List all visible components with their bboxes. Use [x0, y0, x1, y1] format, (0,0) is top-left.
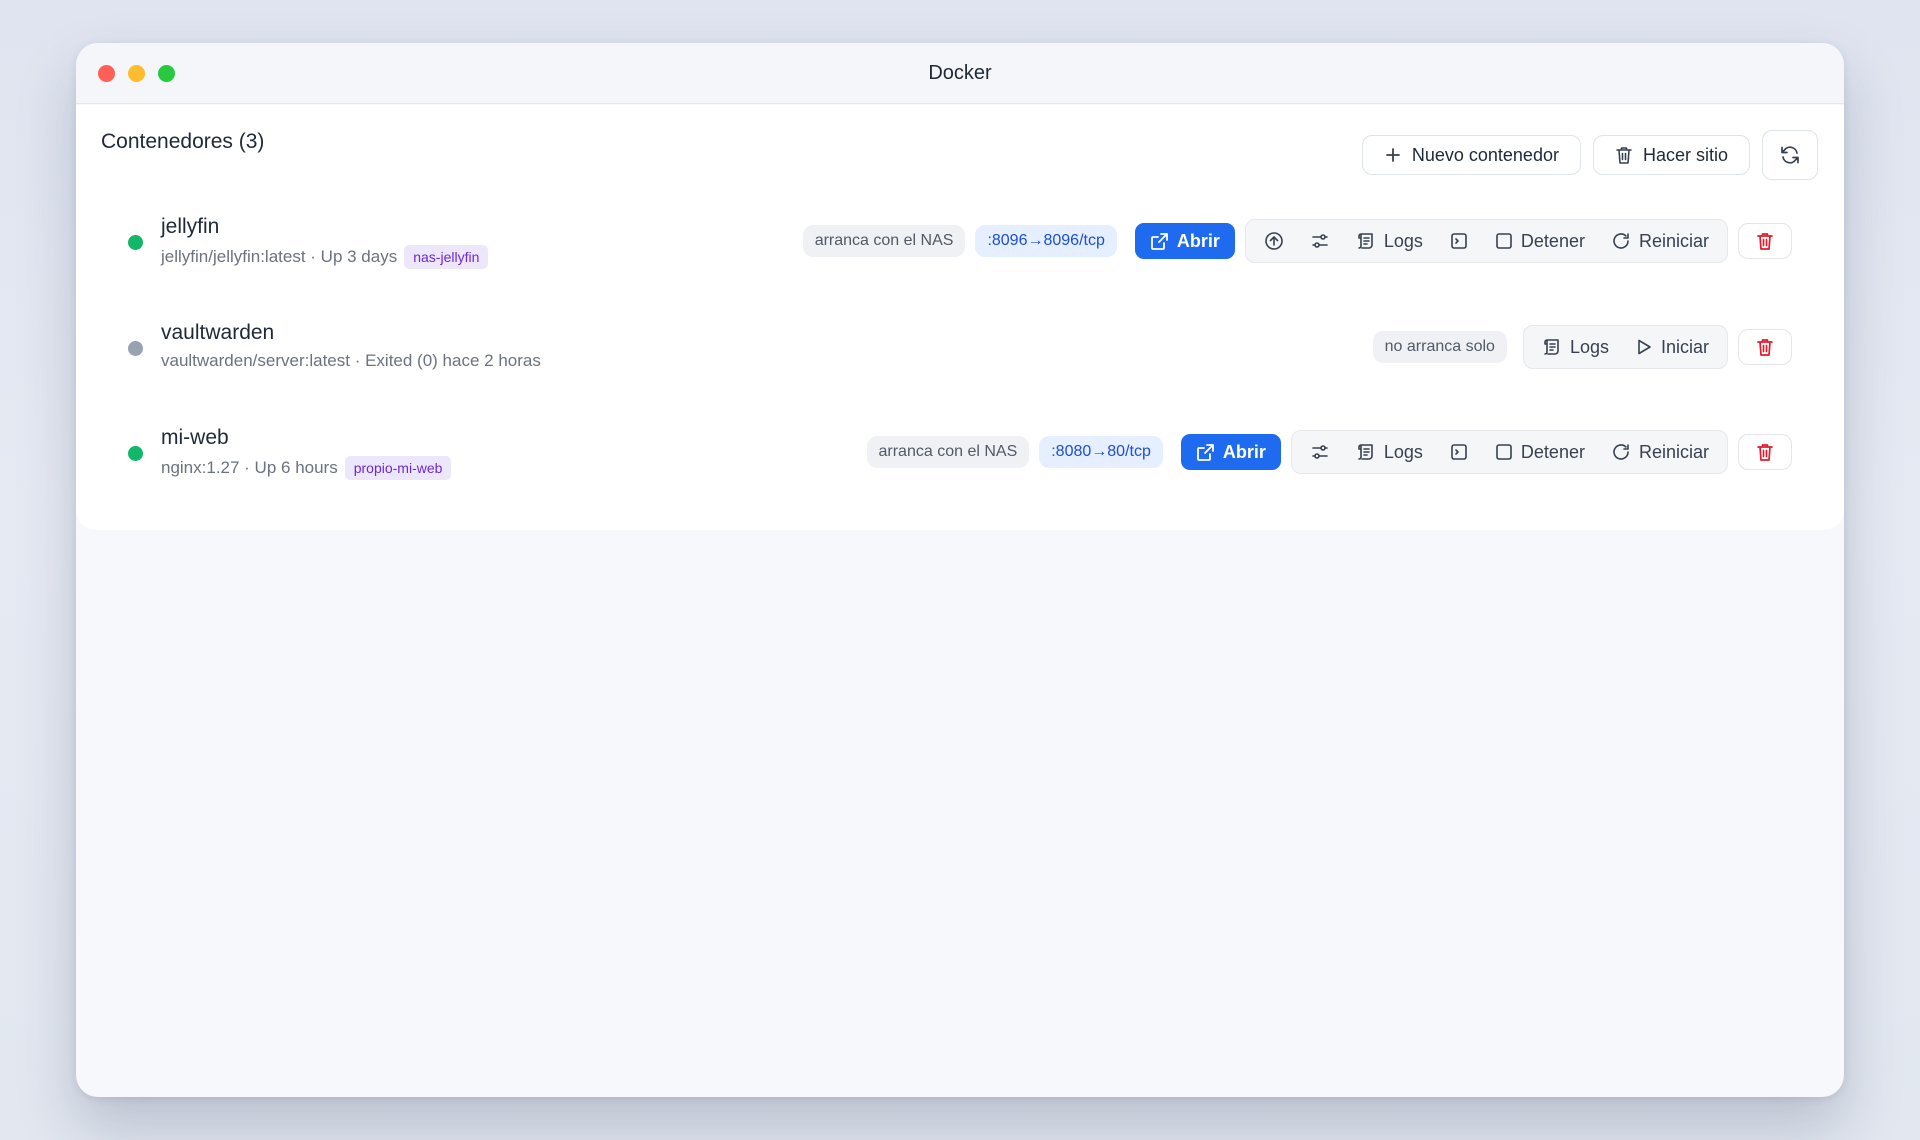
- container-meta: jellyfin/jellyfin:latest · Up 3 days nas…: [161, 245, 489, 269]
- action-group: Logs Detener Reiniciar: [1244, 219, 1728, 263]
- open-label: Abrir: [1222, 441, 1266, 462]
- container-actions: arranca con el NAS :8096→8096/tcp Abrir: [802, 219, 1792, 263]
- restart-label: Reiniciar: [1638, 230, 1709, 251]
- stop-button[interactable]: Detener: [1483, 434, 1597, 470]
- logs-button[interactable]: Logs: [1344, 223, 1435, 259]
- trash-icon: [1756, 442, 1774, 462]
- start-label: Iniciar: [1660, 336, 1709, 357]
- terminal-button[interactable]: [1437, 223, 1481, 259]
- status-dot-running: [128, 235, 143, 250]
- stop-button[interactable]: Detener: [1483, 223, 1597, 259]
- status-dot-stopped: [128, 341, 143, 356]
- container-image-status: vaultwarden/server:latest · Exited (0) h…: [161, 351, 541, 370]
- container-meta: vaultwarden/server:latest · Exited (0) h…: [161, 351, 541, 371]
- port-badge: :8080→80/tcp: [1039, 436, 1163, 468]
- external-link-icon: [1150, 232, 1169, 251]
- docker-window: Docker Contenedores (3) Nuevo contenedor…: [76, 43, 1844, 1097]
- container-name: vaultwarden: [161, 321, 275, 344]
- sliders-icon: [1310, 442, 1330, 462]
- titlebar: Docker: [76, 43, 1844, 104]
- logs-label: Logs: [1383, 441, 1423, 462]
- rotate-icon: [1611, 231, 1631, 251]
- new-container-button[interactable]: Nuevo contenedor: [1361, 135, 1581, 175]
- refresh-button[interactable]: [1762, 130, 1818, 180]
- refresh-icon: [1779, 144, 1801, 166]
- container-actions: arranca con el NAS :8080→80/tcp Abrir Lo…: [866, 430, 1792, 474]
- project-tag: propio-mi-web: [344, 456, 452, 480]
- open-label: Abrir: [1176, 230, 1220, 251]
- container-name: mi-web: [161, 426, 229, 449]
- terminal-button[interactable]: [1437, 434, 1481, 470]
- cleanup-button[interactable]: Hacer sitio: [1592, 135, 1750, 175]
- terminal-icon: [1449, 231, 1469, 251]
- logs-label: Logs: [1569, 336, 1609, 357]
- trash-icon: [1756, 337, 1774, 357]
- open-button[interactable]: Abrir: [1134, 223, 1235, 259]
- project-tag: nas-jellyfin: [404, 245, 489, 269]
- new-container-label: Nuevo contenedor: [1411, 144, 1559, 165]
- delete-button[interactable]: [1738, 329, 1792, 365]
- restart-button[interactable]: Reiniciar: [1599, 434, 1721, 470]
- delete-button[interactable]: [1738, 434, 1792, 470]
- container-meta: nginx:1.27 · Up 6 hours propio-mi-web: [161, 456, 452, 480]
- container-image-status: nginx:1.27 · Up 6 hours: [161, 458, 338, 477]
- stop-label: Detener: [1520, 230, 1585, 251]
- container-row-vaultwarden: vaultwarden vaultwarden/server:latest · …: [76, 311, 1844, 391]
- delete-button[interactable]: [1738, 223, 1792, 259]
- sliders-icon: [1310, 231, 1330, 251]
- scroll-icon: [1356, 231, 1376, 251]
- scroll-icon: [1356, 442, 1376, 462]
- container-actions: no arranca solo Logs Iniciar: [1372, 325, 1792, 369]
- settings-button[interactable]: [1298, 434, 1342, 470]
- plus-icon: [1384, 146, 1402, 164]
- stop-label: Detener: [1520, 441, 1585, 462]
- containers-panel: Contenedores (3) Nuevo contenedor Hacer …: [76, 105, 1844, 530]
- port-badge: :8096→8096/tcp: [975, 225, 1117, 257]
- page-title: Contenedores (3): [101, 130, 265, 153]
- square-icon: [1495, 232, 1513, 250]
- terminal-icon: [1449, 442, 1469, 462]
- trash-icon: [1756, 231, 1774, 251]
- action-group: Logs Iniciar: [1522, 325, 1728, 369]
- action-group: Logs Detener Reiniciar: [1290, 430, 1728, 474]
- open-button[interactable]: Abrir: [1180, 434, 1281, 470]
- logs-button[interactable]: Logs: [1344, 434, 1435, 470]
- settings-button[interactable]: [1298, 223, 1342, 259]
- autostart-badge: arranca con el NAS: [802, 225, 966, 257]
- trash-icon: [1615, 145, 1633, 165]
- rotate-icon: [1611, 442, 1631, 462]
- status-dot-running: [128, 446, 143, 461]
- play-icon: [1635, 338, 1653, 356]
- container-row-mi-web: mi-web nginx:1.27 · Up 6 hours propio-mi…: [76, 416, 1844, 496]
- logs-button[interactable]: Logs: [1530, 329, 1621, 365]
- top-actions: Nuevo contenedor Hacer sitio: [1361, 130, 1818, 180]
- window-title: Docker: [928, 62, 992, 84]
- autostart-badge: arranca con el NAS: [866, 436, 1030, 468]
- scroll-icon: [1542, 337, 1562, 357]
- container-name: jellyfin: [161, 215, 220, 238]
- restart-button[interactable]: Reiniciar: [1599, 223, 1721, 259]
- container-row-jellyfin: jellyfin jellyfin/jellyfin:latest · Up 3…: [76, 205, 1844, 285]
- square-icon: [1495, 443, 1513, 461]
- external-link-icon: [1196, 443, 1215, 462]
- update-button[interactable]: [1252, 223, 1296, 259]
- restart-label: Reiniciar: [1638, 441, 1709, 462]
- autostart-badge: no arranca solo: [1372, 331, 1507, 363]
- logs-label: Logs: [1383, 230, 1423, 251]
- cleanup-label: Hacer sitio: [1642, 144, 1728, 165]
- container-image-status: jellyfin/jellyfin:latest · Up 3 days: [161, 247, 398, 266]
- start-button[interactable]: Iniciar: [1623, 329, 1721, 365]
- arrow-up-circle-icon: [1264, 231, 1284, 251]
